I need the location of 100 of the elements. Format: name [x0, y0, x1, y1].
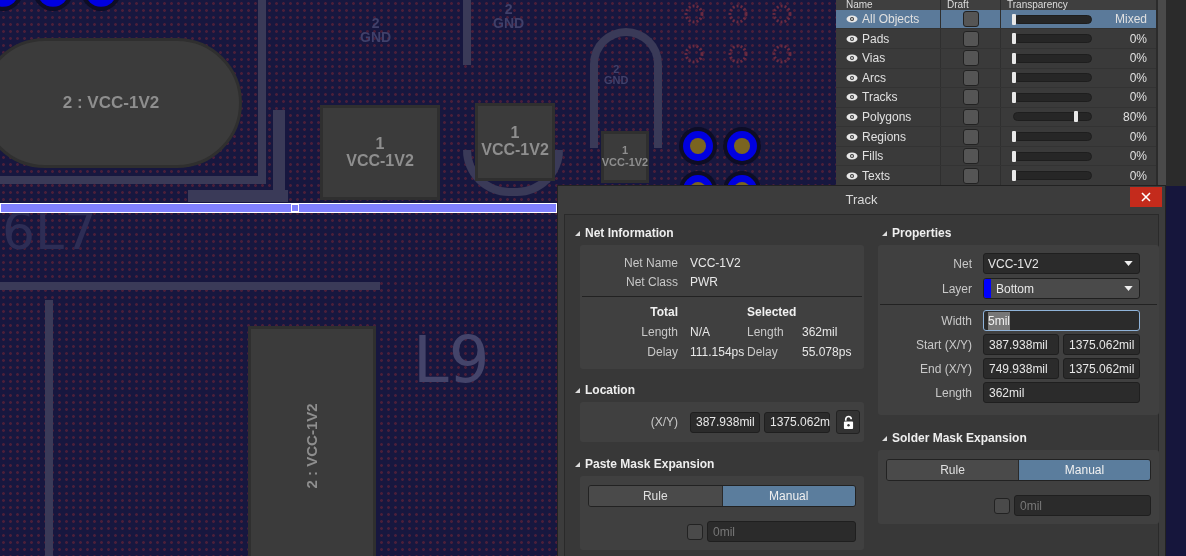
pad-label: 1 VCC-1V2 — [346, 135, 414, 170]
x-coordinate-field[interactable]: 387.938mil — [690, 411, 760, 433]
y-coordinate-field[interactable]: 1375.062mil — [1063, 358, 1140, 379]
layer-name: All Objects — [862, 11, 920, 29]
transparency-value: 0% — [1129, 167, 1147, 185]
draft-checkbox[interactable] — [962, 167, 979, 184]
section-title[interactable]: Location — [585, 381, 635, 399]
layer-name: Pads — [862, 30, 890, 48]
slider-thumb[interactable] — [1012, 91, 1016, 103]
collapse-triangle-icon — [575, 230, 580, 236]
scrollbar[interactable] — [1158, 0, 1166, 186]
transparency-slider[interactable] — [1013, 151, 1092, 161]
close-button[interactable] — [1130, 187, 1162, 207]
transparency-slider[interactable] — [1013, 34, 1092, 44]
column-heading: Selected — [747, 304, 798, 321]
column-header[interactable]: Name — [836, 0, 940, 10]
transparency-slider[interactable] — [1013, 14, 1092, 24]
field-label: End (X/Y) — [918, 360, 973, 378]
field-label: Length — [934, 384, 973, 402]
transparency-slider[interactable] — [1013, 112, 1092, 122]
layer-row[interactable]: Arcs 0% — [836, 68, 1156, 89]
slider-thumb[interactable] — [1073, 111, 1078, 123]
draft-checkbox[interactable] — [962, 108, 979, 125]
eye-icon — [846, 15, 858, 24]
length-field[interactable]: 362mil — [983, 382, 1140, 403]
layer-row[interactable]: Polygons 80% — [836, 107, 1156, 128]
field-value: VCC-1V2 — [690, 254, 742, 272]
field-value: 55.078ps — [802, 344, 853, 361]
field-value: N/A — [690, 324, 711, 341]
draft-checkbox[interactable] — [962, 50, 979, 67]
layer-row[interactable]: Vias 0% — [836, 48, 1156, 69]
slider-thumb[interactable] — [1012, 131, 1016, 143]
collapse-triangle-icon — [575, 387, 580, 393]
layer-row[interactable]: Regions 0% — [836, 127, 1156, 147]
lock-button[interactable] — [836, 410, 860, 434]
transparency-value: 0% — [1129, 69, 1147, 87]
pad-label: 1 VCC-1V2 — [601, 145, 649, 169]
y-coordinate-field[interactable]: 1375.062mil — [1063, 334, 1140, 355]
via-outline-drawing — [684, 4, 704, 24]
x-coordinate-field[interactable]: 387.938mil — [983, 334, 1059, 355]
column-header[interactable]: Transparency — [1000, 0, 1156, 10]
section-title[interactable]: Properties — [892, 224, 952, 242]
transparency-slider[interactable] — [1013, 132, 1092, 142]
layer-row[interactable]: Tracks 0% — [836, 88, 1156, 108]
layer-row[interactable]: All Objects Mixed — [836, 9, 1156, 30]
padlock-open-icon — [842, 414, 854, 430]
draft-checkbox[interactable] — [962, 30, 979, 47]
section-title[interactable]: Net Information — [585, 224, 674, 242]
draft-checkbox[interactable] — [962, 128, 979, 145]
transparency-value: 80% — [1122, 108, 1147, 126]
layer-dropdown[interactable]: Bottom — [983, 278, 1140, 299]
collapse-triangle-icon — [882, 435, 887, 441]
slider-thumb[interactable] — [1012, 150, 1016, 162]
field-value: PWR — [690, 273, 719, 291]
transparency-value: 0% — [1129, 50, 1147, 68]
slider-thumb[interactable] — [1012, 170, 1016, 182]
via-drawing — [678, 126, 718, 166]
net-dropdown[interactable]: VCC-1V2 — [983, 253, 1140, 274]
caret-icon — [1124, 286, 1133, 291]
pad-label: 1 VCC-1V2 — [481, 125, 549, 159]
pcb-trace — [463, 0, 471, 65]
layer-name: Polygons — [862, 108, 912, 126]
field-label: Net — [952, 255, 973, 273]
column-heading: Total — [649, 304, 679, 321]
draft-checkbox[interactable] — [962, 89, 979, 106]
layer-row[interactable]: Pads 0% — [836, 29, 1156, 49]
transparency-slider[interactable] — [1013, 53, 1092, 63]
width-field[interactable]: 5mil — [983, 310, 1140, 331]
field-label: Net Name — [622, 254, 679, 272]
field-label: Length — [640, 324, 679, 341]
selected-track[interactable] — [0, 203, 557, 213]
slider-thumb[interactable] — [1012, 13, 1016, 25]
slider-thumb[interactable] — [1012, 52, 1016, 64]
draft-checkbox[interactable] — [962, 148, 979, 165]
layer-name: Arcs — [862, 69, 886, 87]
slider-thumb[interactable] — [1012, 33, 1016, 45]
field-label: Delay — [646, 344, 679, 361]
field-label: Width — [940, 312, 973, 330]
via-outline-drawing — [772, 44, 792, 64]
eye-icon — [846, 112, 858, 121]
eye-icon — [846, 171, 858, 180]
draft-checkbox[interactable] — [962, 11, 979, 28]
draft-checkbox[interactable] — [962, 69, 979, 86]
column-header[interactable]: Draft — [940, 0, 1000, 10]
y-coordinate-field[interactable]: 1375.062m — [764, 411, 830, 433]
transparency-value: Mixed — [1115, 11, 1147, 29]
slider-thumb[interactable] — [1012, 72, 1016, 84]
field-label: Net Class — [625, 273, 679, 291]
layer-row[interactable]: Fills 0% — [836, 146, 1156, 167]
layer-name: Vias — [862, 50, 886, 68]
eye-icon — [846, 54, 858, 63]
pad-label: 2 : VCC-1V2 — [304, 403, 320, 489]
field-label: (X/Y) — [649, 414, 678, 431]
x-coordinate-field[interactable]: 749.938mil — [983, 358, 1059, 379]
transparency-slider[interactable] — [1013, 171, 1092, 181]
eye-icon — [846, 34, 858, 43]
transparency-slider[interactable] — [1013, 92, 1092, 102]
transparency-slider[interactable] — [1013, 73, 1092, 83]
via-outline-drawing — [684, 44, 704, 64]
transparency-value: 0% — [1129, 89, 1147, 107]
